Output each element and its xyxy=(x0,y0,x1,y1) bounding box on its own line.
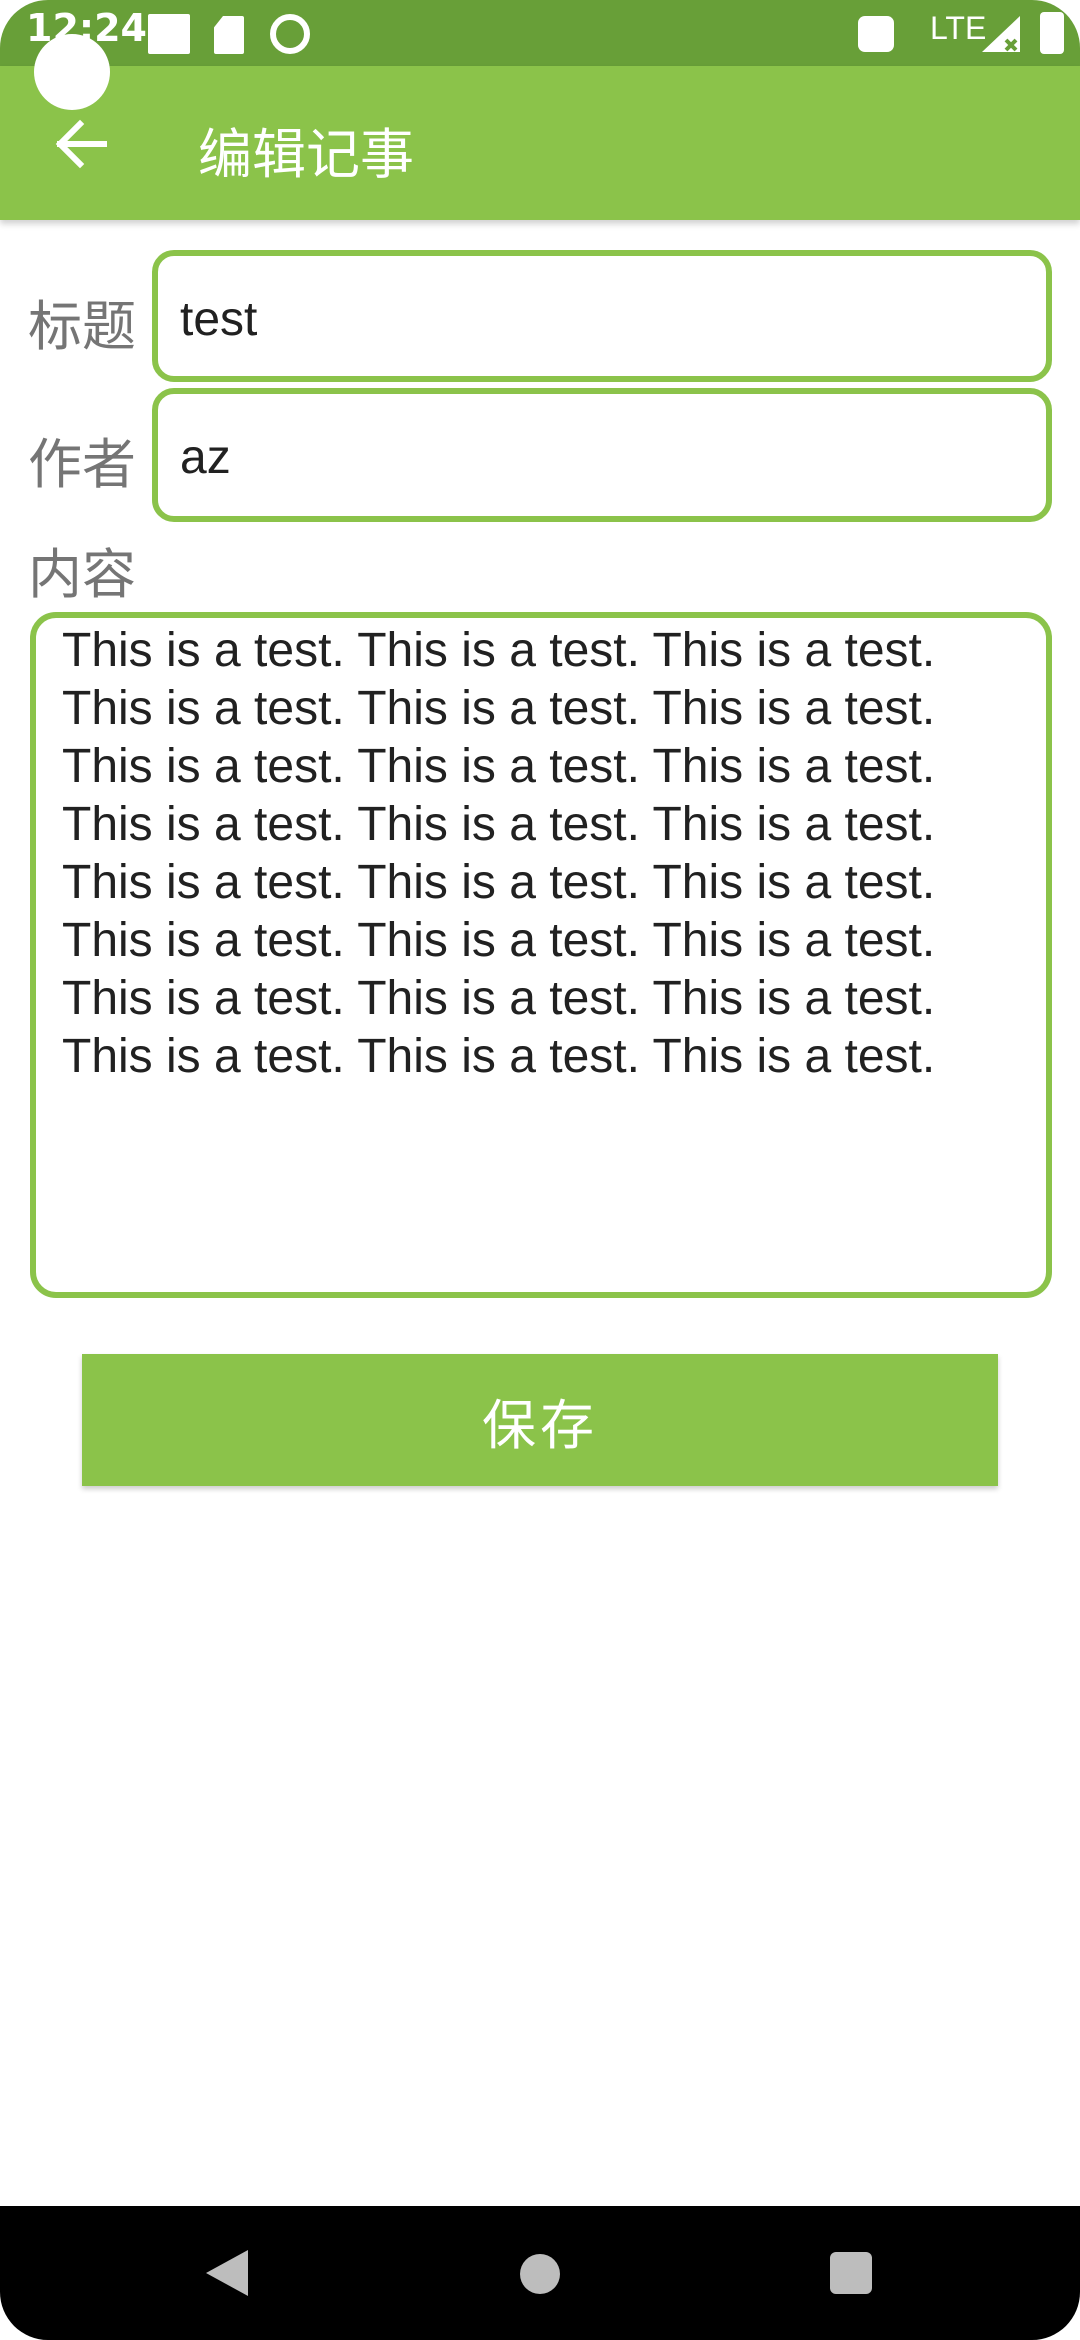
content-line: This is a test. This is a test. This is … xyxy=(62,682,936,735)
content-line: This is a test. This is a test. This is … xyxy=(62,914,936,967)
nav-recents-icon[interactable] xyxy=(830,2252,872,2294)
network-type: LTE xyxy=(930,10,987,46)
nav-back-icon[interactable] xyxy=(206,2250,248,2300)
author-field-value: az xyxy=(180,431,231,484)
nav-home-icon[interactable] xyxy=(520,2254,560,2294)
battery-icon xyxy=(1040,12,1064,54)
content-line: This is a test. This is a test. This is … xyxy=(62,798,936,851)
app-bar: 编辑记事 xyxy=(0,66,1080,220)
content-line: This is a test. This is a test. This is … xyxy=(62,1030,936,1083)
sync-icon xyxy=(270,14,310,54)
camera-cutout xyxy=(34,34,110,110)
title-field-value: test xyxy=(180,293,258,346)
title-field[interactable]: test xyxy=(152,250,1052,382)
save-button-label: 保存 xyxy=(482,1393,598,1457)
content-line: This is a test. This is a test. This is … xyxy=(62,972,936,1025)
status-bar: 12:24 LTE xyxy=(0,0,1080,66)
author-label: 作者 xyxy=(28,433,136,496)
title-label: 标题 xyxy=(28,295,136,358)
author-field[interactable]: az xyxy=(152,388,1052,522)
content-line: This is a test. This is a test. This is … xyxy=(62,740,936,793)
notification-icon xyxy=(858,16,894,52)
content-line: This is a test. This is a test. This is … xyxy=(62,624,936,677)
content-textarea[interactable]: This is a test. This is a test. This is … xyxy=(30,612,1052,1298)
content-line: This is a test. This is a test. This is … xyxy=(62,856,936,909)
save-button[interactable]: 保存 xyxy=(82,1354,998,1486)
content-text: This is a test. This is a test. This is … xyxy=(62,622,1022,1086)
page-title: 编辑记事 xyxy=(198,123,414,186)
signal-icon xyxy=(982,16,1020,56)
square-icon xyxy=(148,14,190,54)
sd-card-icon xyxy=(214,16,244,54)
arrow-back-icon[interactable] xyxy=(52,114,112,174)
navigation-bar xyxy=(0,2206,1080,2340)
content-label: 内容 xyxy=(28,543,136,606)
